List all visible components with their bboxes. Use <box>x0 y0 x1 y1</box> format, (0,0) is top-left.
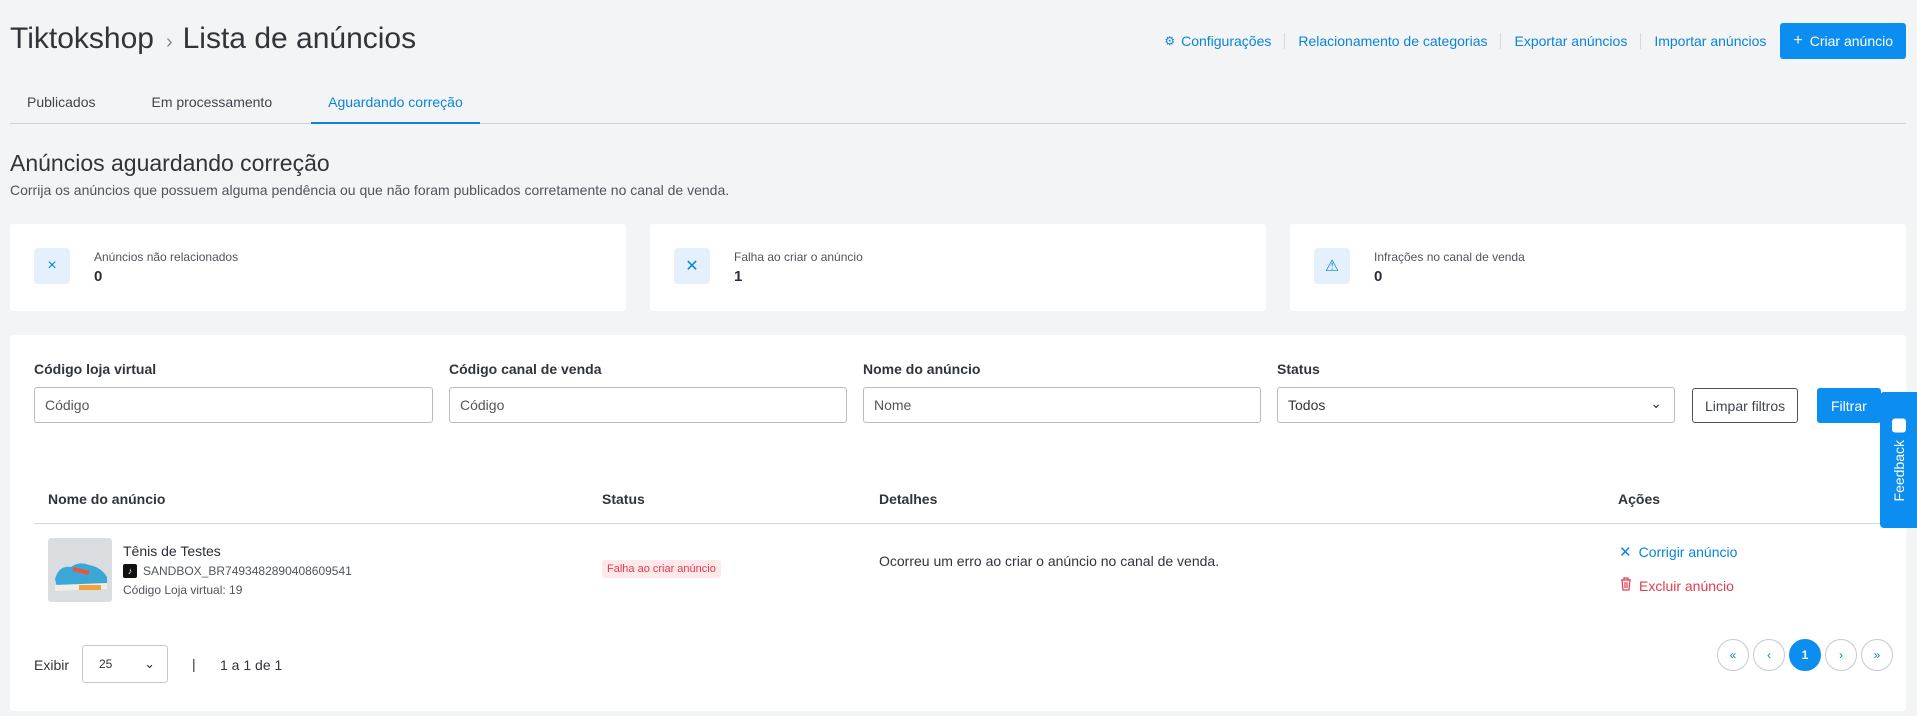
tab-processing[interactable]: Em processamento <box>135 84 290 124</box>
warning-icon: ⚠ <box>1314 248 1350 284</box>
row-detail: Ocorreu um erro ao criar o anúncio no ca… <box>879 553 1220 569</box>
card-label: Anúncios não relacionados <box>94 250 239 264</box>
breadcrumb-root[interactable]: Tiktokshop <box>10 22 154 56</box>
tab-awaiting-correction[interactable]: Aguardando correção <box>311 84 480 124</box>
sku-text: SANDBOX_BR7493482890408609541 <box>143 564 352 578</box>
trash-icon <box>1620 577 1632 595</box>
summary-card-unrelated: × Anúncios não relacionados 0 <box>10 224 626 311</box>
current-page-button[interactable]: 1 <box>1789 639 1821 671</box>
summary-card-infractions: ⚠ Infrações no canal de venda 0 <box>1290 224 1906 311</box>
close-icon: × <box>34 248 70 284</box>
feedback-label: Feedback <box>1890 440 1907 502</box>
column-header-status: Status <box>602 491 645 507</box>
page-title: Lista de anúncios <box>182 22 417 55</box>
pagination: « ‹ 1 › » <box>1717 639 1893 671</box>
column-header-details: Detalhes <box>879 491 938 507</box>
card-label: Infrações no canal de venda <box>1374 250 1525 264</box>
listing-name-label: Nome do anúncio <box>863 361 981 377</box>
card-value: 0 <box>1374 268 1383 285</box>
listing-name-input[interactable] <box>863 387 1261 423</box>
page-size-select[interactable]: 25 ⌄ <box>82 645 168 683</box>
header-actions: ⚙ Configurações Relacionamento de categor… <box>1151 23 1906 59</box>
channel-code-label: Código canal de venda <box>449 361 602 377</box>
page-size-label: Exibir <box>34 657 70 673</box>
feedback-icon <box>1891 418 1906 433</box>
status-select-value: Todos <box>1288 397 1326 413</box>
fix-listing-button[interactable]: ✕ Corrigir anúncio <box>1619 543 1737 561</box>
export-listings-link[interactable]: Exportar anúncios <box>1501 33 1642 49</box>
summary-card-creation-failure: ✕ Falha ao criar o anúncio 1 <box>650 224 1266 311</box>
import-listings-link[interactable]: Importar anúncios <box>1641 33 1779 49</box>
breadcrumb-separator: › <box>165 30 173 53</box>
previous-page-button[interactable]: ‹ <box>1753 639 1785 671</box>
chevron-down-icon: ⌄ <box>144 656 155 671</box>
delete-listing-button[interactable]: Excluir anúncio <box>1620 577 1734 595</box>
store-code-input[interactable] <box>34 387 433 423</box>
section-title: Anúncios aguardando correção <box>10 150 330 176</box>
plus-icon: + <box>1793 32 1803 49</box>
table-header-divider <box>34 523 1882 524</box>
tiktok-icon: ♪ <box>123 564 137 578</box>
next-page-button[interactable]: › <box>1825 639 1857 671</box>
breadcrumb: Tiktokshop › Lista de anúncios <box>10 22 416 56</box>
settings-label: Configurações <box>1181 33 1272 49</box>
store-code-label: Código loja virtual <box>34 361 157 377</box>
category-relationship-link[interactable]: Relacionamento de categorias <box>1285 33 1502 49</box>
status-select[interactable]: Todos ⌄ <box>1277 387 1675 423</box>
clear-filters-button[interactable]: Limpar filtros <box>1692 388 1799 423</box>
gear-icon: ⚙ <box>1164 34 1176 48</box>
fix-listing-label: Corrigir anúncio <box>1638 544 1738 560</box>
card-value: 1 <box>734 268 743 285</box>
create-listing-button[interactable]: + Criar anúncio <box>1780 23 1906 59</box>
page-size-value: 25 <box>99 657 113 671</box>
settings-link[interactable]: ⚙ Configurações <box>1151 33 1286 49</box>
listings-panel: Código loja virtual Código canal de vend… <box>10 335 1906 711</box>
product-thumbnail <box>48 538 112 602</box>
product-name: Tênis de Testes <box>123 543 221 559</box>
card-value: 0 <box>94 268 103 285</box>
channel-code-input[interactable] <box>449 387 847 423</box>
tools-icon: ✕ <box>674 248 710 284</box>
pagination-range: 1 a 1 de 1 <box>220 657 283 673</box>
feedback-tab[interactable]: Feedback <box>1880 392 1917 528</box>
store-code-text: Código Loja virtual: 19 <box>123 583 243 597</box>
delete-listing-label: Excluir anúncio <box>1639 578 1734 594</box>
last-page-button[interactable]: » <box>1861 639 1893 671</box>
tab-published[interactable]: Publicados <box>10 84 113 124</box>
first-page-button[interactable]: « <box>1717 639 1749 671</box>
create-listing-label: Criar anúncio <box>1809 33 1893 49</box>
product-sku: ♪ SANDBOX_BR7493482890408609541 <box>123 564 352 578</box>
chevron-down-icon: ⌄ <box>1650 395 1662 411</box>
status-label: Status <box>1277 361 1320 377</box>
filter-button[interactable]: Filtrar <box>1817 388 1881 423</box>
tools-icon: ✕ <box>1619 544 1632 561</box>
tab-bar: Publicados Em processamento Aguardando c… <box>10 84 1906 124</box>
pagination-separator: | <box>192 656 196 672</box>
status-badge: Falha ao criar anúncio <box>602 560 721 578</box>
card-label: Falha ao criar o anúncio <box>734 250 863 264</box>
section-subtitle: Corrija os anúncios que possuem alguma p… <box>10 182 730 198</box>
column-header-name: Nome do anúncio <box>48 491 166 507</box>
column-header-actions: Ações <box>1618 491 1661 507</box>
